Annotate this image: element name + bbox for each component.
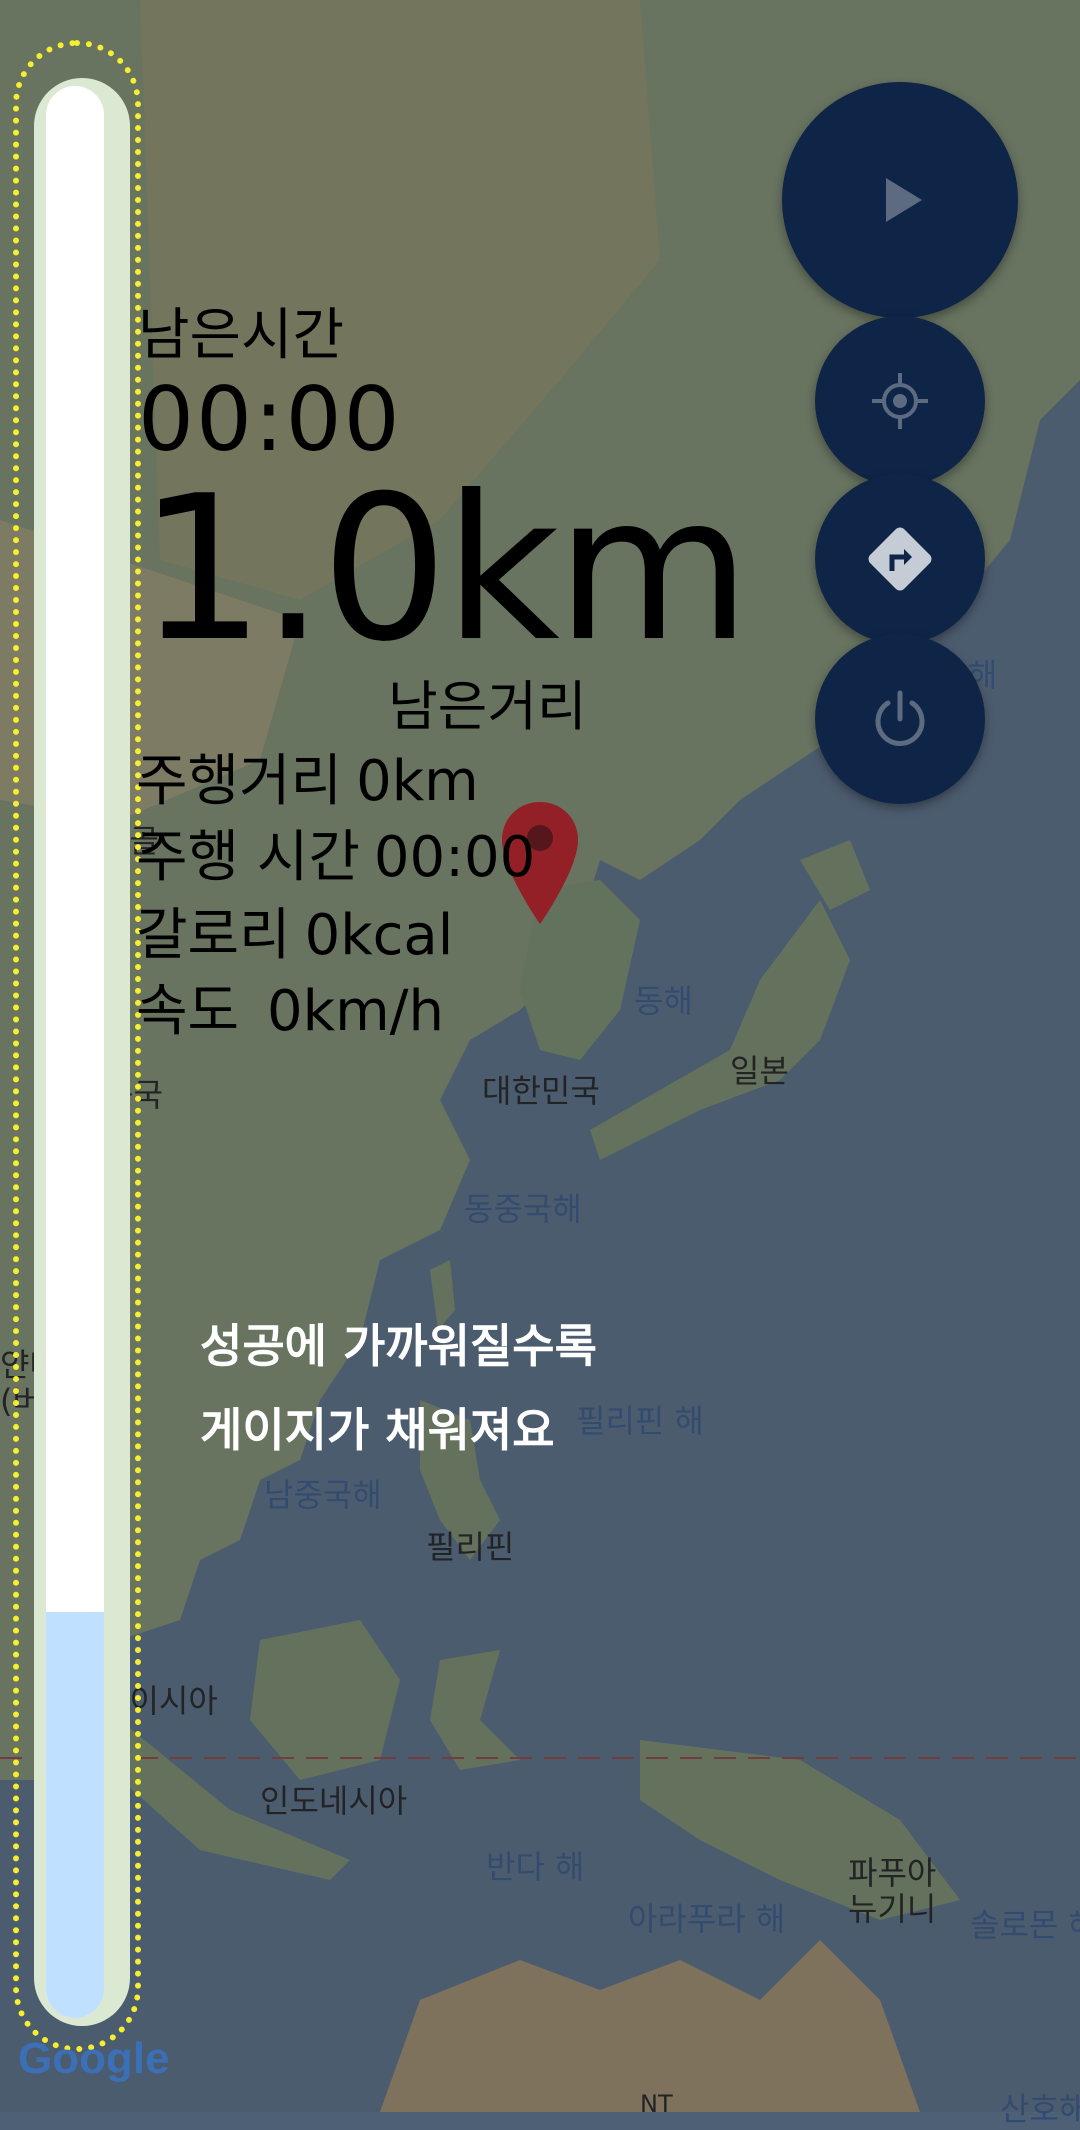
driving-distance-value: 0km xyxy=(356,749,479,814)
speed-label: 속도 xyxy=(136,979,240,1044)
route-turn-icon xyxy=(868,527,932,591)
remaining-distance-value: 1.0km xyxy=(138,453,751,686)
gauge-hint-line-2: 게이지가 채워져요 xyxy=(200,1403,555,1457)
play-icon xyxy=(886,178,922,222)
driving-time-value: 00:00 xyxy=(373,825,536,890)
driving-distance-row: 주행거리 0km xyxy=(136,736,479,817)
locate-button[interactable] xyxy=(815,316,985,486)
calories-label: 갈로리 xyxy=(136,903,291,968)
route-button[interactable] xyxy=(815,474,985,644)
calories-row: 갈로리 0kcal xyxy=(136,890,453,971)
remaining-time-label: 남은시간 xyxy=(138,303,345,368)
progress-gauge xyxy=(46,86,104,2018)
speed-value: 0km/h xyxy=(267,979,445,1044)
speed-row: 속도 0km/h xyxy=(136,966,444,1047)
driving-time-row: 주행 시간 00:00 xyxy=(136,812,535,893)
power-button[interactable] xyxy=(815,634,985,804)
remaining-distance-label: 남은거리 xyxy=(388,675,587,738)
play-button[interactable] xyxy=(782,82,1018,318)
gauge-hint-line-1: 성공에 가까워질수록 xyxy=(200,1319,597,1373)
crosshair-icon xyxy=(872,373,928,429)
driving-time-label: 주행 시간 xyxy=(136,825,360,890)
driving-distance-label: 주행거리 xyxy=(136,749,343,814)
google-logo: Google xyxy=(18,2034,170,2084)
power-icon xyxy=(875,690,925,746)
calories-value: 0kcal xyxy=(304,903,454,968)
google-logo-text: Google xyxy=(18,2034,170,2083)
progress-gauge-fill xyxy=(46,1612,104,2018)
